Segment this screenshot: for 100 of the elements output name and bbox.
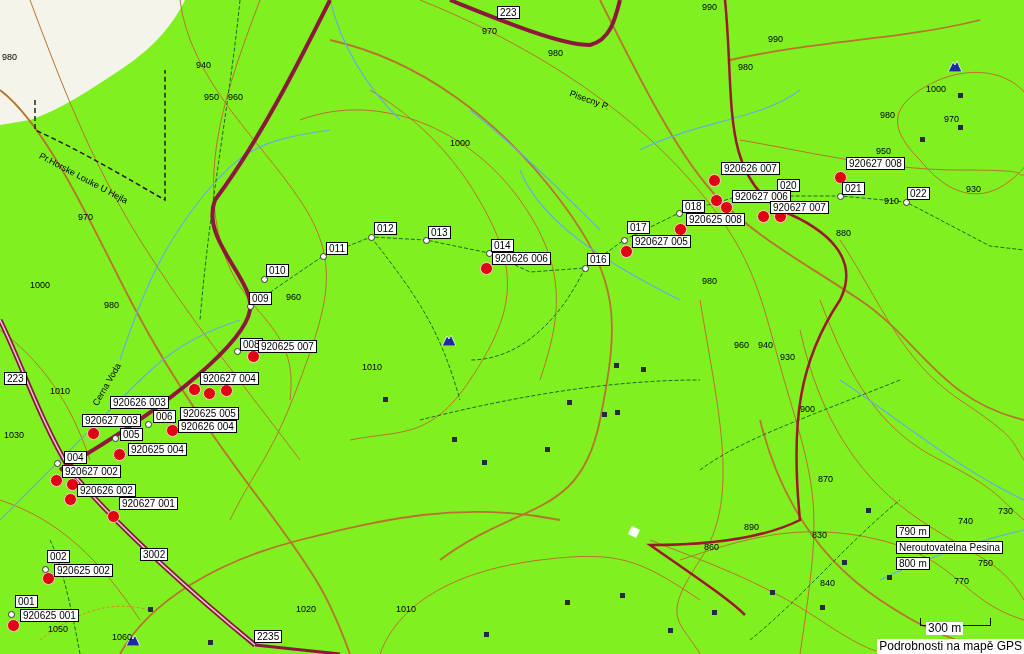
elevation-label: 950 [876, 146, 892, 156]
elevation-label: 890 [744, 522, 760, 532]
waypoint-label: 018 [682, 200, 705, 213]
track-point-marker [113, 448, 126, 461]
track-point-marker [203, 387, 216, 400]
point-label: 920626 003 [110, 396, 169, 409]
point-label: 920625 005 [180, 407, 239, 420]
point-label: 920627 001 [119, 497, 178, 510]
point-label: 920626 007 [721, 162, 780, 175]
waypoint-marker[interactable] [54, 460, 61, 467]
waypoint-label: 014 [491, 239, 514, 252]
waypoint-marker[interactable] [621, 237, 628, 244]
elevation-label: 830 [812, 530, 828, 540]
track-point-marker [710, 194, 723, 207]
waypoint-label: 001 [15, 595, 38, 608]
point-label: 920625 002 [54, 564, 113, 577]
elevation-label: 980 [880, 110, 896, 120]
elevation-label: 980 [702, 276, 718, 286]
elevation-label: 990 [768, 34, 784, 44]
elevation-label: 1010 [396, 604, 417, 614]
waypoint-label: 005 [120, 428, 143, 441]
point-label: 920627 004 [200, 372, 259, 385]
elevation-label: 940 [758, 340, 774, 350]
waypoint-label: 002 [47, 550, 70, 563]
point-label: 920627 007 [770, 201, 829, 214]
elevation-label: 900 [800, 404, 816, 414]
track-point-marker [50, 474, 63, 487]
elevation-label: 950 [204, 92, 220, 102]
waypoint-label: 012 [374, 222, 397, 235]
elevation-label: 960 [228, 92, 244, 102]
road-number-sign: 2235 [254, 630, 283, 643]
elevation-label: 970 [482, 26, 498, 36]
point-label: 920625 007 [258, 340, 317, 353]
elevation-label: 1000 [926, 84, 947, 94]
waypoint-marker[interactable] [112, 435, 119, 442]
point-label: 920625 001 [20, 609, 79, 622]
waypoint-label: 022 [907, 187, 930, 200]
waypoint-label: 017 [627, 221, 650, 234]
point-label: 920626 004 [178, 420, 237, 433]
elevation-label: 1020 [296, 604, 317, 614]
elevation-label: 940 [196, 60, 212, 70]
point-label: 920627 006 [732, 190, 791, 203]
elevation-label: 980 [548, 48, 564, 58]
waypoint-label: 010 [266, 264, 289, 277]
elevation-label: 960 [734, 340, 750, 350]
elevation-label: 910 [884, 196, 900, 206]
waypoint-marker[interactable] [8, 611, 15, 618]
road-number-sign: 3002 [140, 548, 169, 561]
waypoint-label: 004 [64, 451, 87, 464]
elevation-label: 770 [954, 576, 970, 586]
waypoint-marker[interactable] [42, 566, 49, 573]
waypoint-label: 006 [153, 410, 176, 423]
track-point-marker [7, 619, 20, 632]
mountain-peak-icon [442, 334, 456, 346]
track-point-marker [87, 427, 100, 440]
track-point-marker [480, 262, 493, 275]
clearing-patch-icon [628, 526, 640, 538]
track-point-marker [620, 245, 633, 258]
road-number-sign: 223 [497, 6, 520, 19]
point-label: 920627 008 [846, 157, 905, 170]
elevation-label: 880 [836, 228, 852, 238]
elevation-label: 930 [966, 184, 982, 194]
elevation-label: 990 [702, 2, 718, 12]
road-number-sign: 223 [4, 372, 27, 385]
status-text: Podrobnosti na mapě GPS [877, 639, 1024, 654]
elevation-label: 730 [998, 506, 1014, 516]
point-label: 920627 003 [82, 414, 141, 427]
elevation-label: 870 [818, 474, 834, 484]
elevation-label: 980 [738, 62, 754, 72]
elevation-label: 740 [958, 516, 974, 526]
track-point-marker [757, 210, 770, 223]
elevation-label: 750 [978, 558, 994, 568]
elevation-label: 1000 [30, 280, 51, 290]
track-point-marker [64, 493, 77, 506]
elevation-label: 1010 [362, 362, 383, 372]
elevation-label: 1000 [450, 138, 471, 148]
elevation-label: 860 [704, 542, 720, 552]
elevation-label: 970 [944, 114, 960, 124]
waypoint-label: 013 [428, 226, 451, 239]
waypoint-marker[interactable] [145, 421, 152, 428]
waypoint-label: 011 [326, 242, 348, 255]
point-label: 920626 002 [77, 484, 136, 497]
elevation-label: 1060 [112, 632, 133, 642]
point-label: 920625 008 [686, 213, 745, 226]
track-point-marker [42, 572, 55, 585]
elevation-label: 960 [286, 292, 302, 302]
waypoint-label: 009 [249, 292, 272, 305]
elevation-label: 980 [2, 52, 18, 62]
track-point-marker [188, 383, 201, 396]
point-label: 920625 004 [128, 443, 187, 456]
point-label: 920626 006 [492, 252, 551, 265]
poi-name-label: Neroutovatelna Pesina [896, 541, 1004, 554]
point-label: 920627 002 [62, 465, 121, 478]
scale-label: 300 m [926, 622, 964, 635]
elevation-label: 980 [104, 300, 120, 310]
point-label: 920627 005 [632, 235, 691, 248]
elevation-tag: 790 m [896, 525, 930, 538]
elevation-label: 970 [78, 212, 94, 222]
track-point-marker [834, 171, 847, 184]
elevation-label: 1030 [4, 430, 25, 440]
